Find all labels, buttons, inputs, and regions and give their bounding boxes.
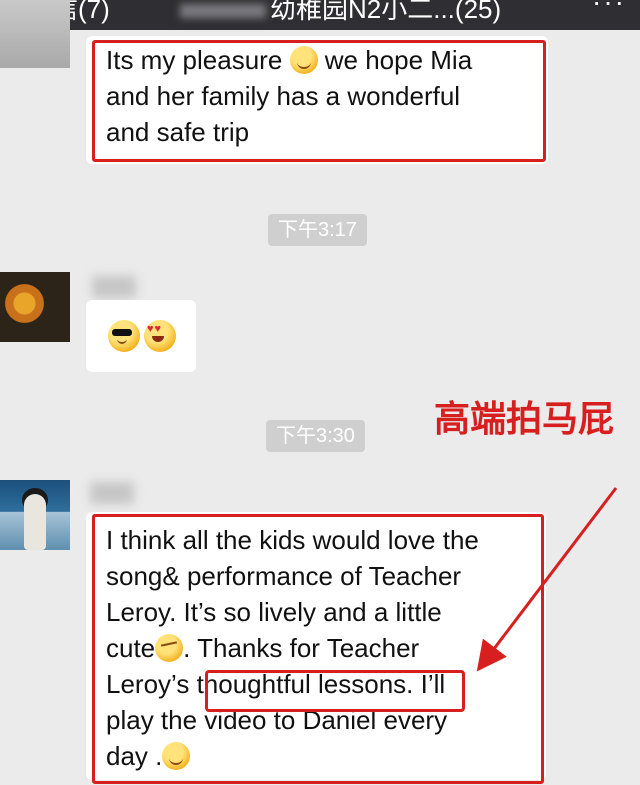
sender-name-redacted (90, 482, 134, 504)
message-bubble[interactable] (86, 300, 196, 372)
timestamp: 下午3:17 (268, 214, 367, 246)
more-dots-icon[interactable]: ··· (592, 0, 626, 18)
chat-header: < 微信(7) 幼稚园N2小二...(25) ··· (0, 0, 640, 30)
message-text: Its my pleasure we hope Mia and her fami… (106, 45, 473, 147)
message-text: I think all the kids would love the song… (106, 525, 479, 771)
message-bubble[interactable]: Its my pleasure we hope Mia and her fami… (86, 36, 548, 164)
avatar-figure (24, 494, 46, 550)
timestamp: 下午3:30 (266, 420, 365, 452)
avatar[interactable] (0, 0, 70, 68)
heart-eyes-emoji-icon (144, 320, 176, 352)
chat-title-text: 幼稚园N2小二...(25) (270, 0, 502, 24)
message-bubble[interactable]: I think all the kids would love the song… (86, 512, 546, 780)
avatar[interactable] (0, 272, 70, 342)
smile-emoji-icon (289, 46, 318, 74)
highlighted-phrase: thoughtful lessons (196, 669, 407, 699)
thinking-emoji-icon (155, 634, 184, 662)
sunglasses-emoji-icon (108, 320, 140, 352)
avatar[interactable] (0, 480, 70, 550)
sender-name-redacted (92, 276, 136, 298)
chat-title: 幼稚园N2小二...(25) (180, 0, 501, 24)
title-redaction (180, 4, 266, 19)
annotation-label: 高端拍马屁 (434, 398, 615, 439)
smile-emoji-icon (162, 742, 191, 770)
